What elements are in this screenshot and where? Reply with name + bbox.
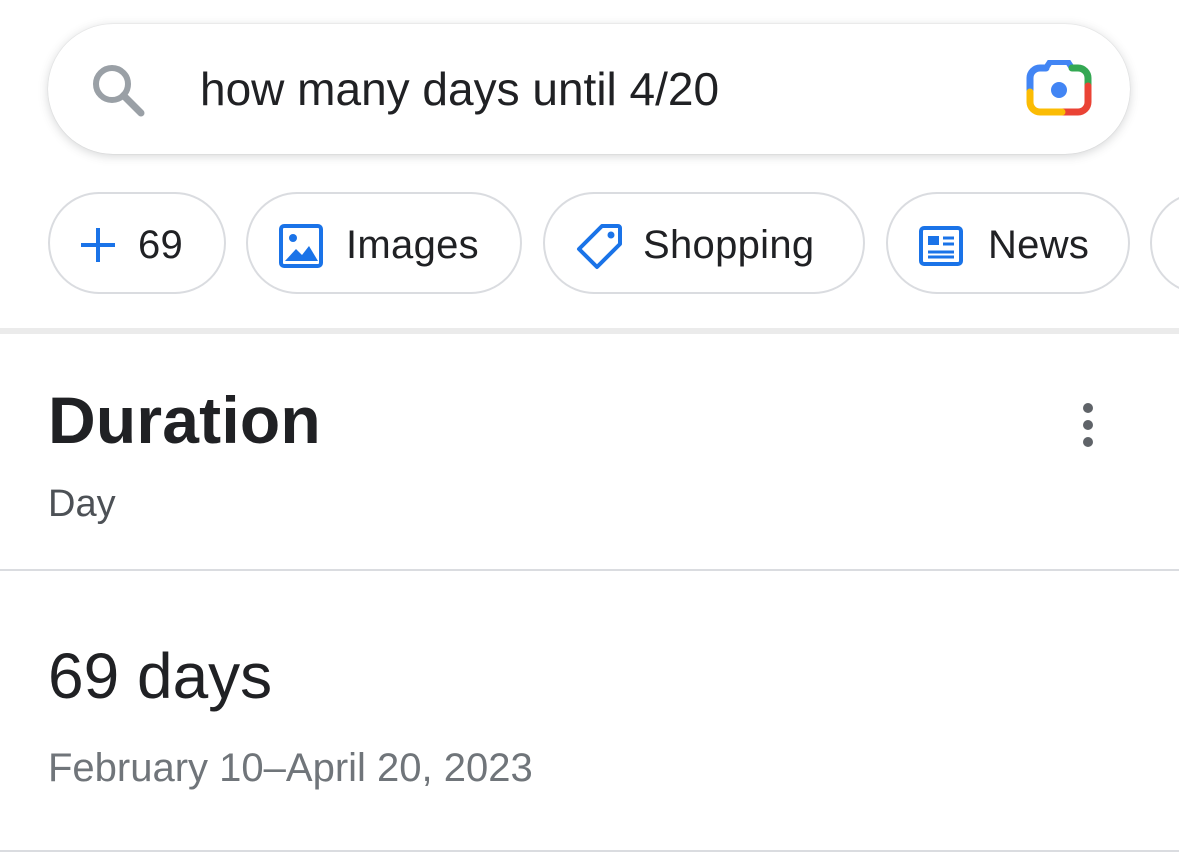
chip-shopping[interactable]: Shopping bbox=[543, 192, 865, 294]
tag-icon bbox=[577, 224, 622, 269]
more-vert-icon[interactable] bbox=[1066, 400, 1110, 452]
chip-next-partial[interactable] bbox=[1150, 192, 1179, 294]
image-icon bbox=[279, 224, 323, 268]
chip-label: Shopping bbox=[643, 223, 815, 267]
chip-plus-69[interactable]: 69 bbox=[48, 192, 226, 294]
chip-news[interactable]: News bbox=[886, 192, 1130, 294]
bottom-divider bbox=[0, 850, 1179, 852]
chip-label: News bbox=[988, 223, 1090, 267]
newspaper-icon bbox=[919, 226, 963, 266]
card-title: Duration bbox=[48, 383, 321, 457]
section-divider bbox=[0, 328, 1179, 334]
google-lens-camera-icon[interactable] bbox=[1026, 60, 1092, 120]
search-icon[interactable] bbox=[88, 60, 148, 120]
google-search-results-page: 69 Images Shopping bbox=[0, 0, 1179, 853]
card-divider bbox=[0, 569, 1179, 571]
search-filter-chips: 69 Images Shopping News bbox=[48, 192, 1179, 298]
search-input[interactable] bbox=[200, 58, 980, 120]
chip-label: Images bbox=[346, 223, 479, 267]
search-bar[interactable] bbox=[48, 24, 1130, 154]
date-range: February 10–April 20, 2023 bbox=[48, 746, 533, 790]
card-subtitle: Day bbox=[48, 483, 116, 525]
duration-result: 69 days bbox=[48, 640, 273, 712]
plus-icon bbox=[81, 228, 115, 262]
chip-images[interactable]: Images bbox=[246, 192, 522, 294]
chip-label: 69 bbox=[138, 223, 184, 267]
